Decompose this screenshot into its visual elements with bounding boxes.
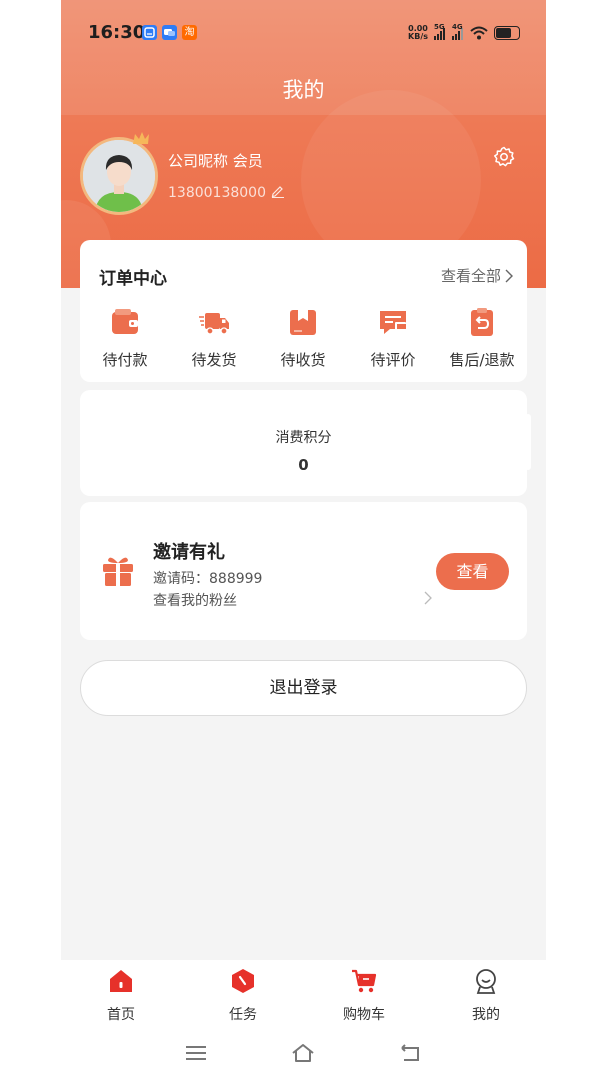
avatar[interactable]	[80, 137, 158, 215]
order-pending-shipment[interactable]: 待发货	[169, 306, 259, 370]
settings-gear-icon[interactable]	[492, 145, 516, 169]
invite-title: 邀请有礼	[153, 542, 225, 563]
invite-code: 邀请码：888999	[153, 571, 263, 587]
points-card[interactable]: 消费积分 0	[80, 390, 531, 496]
order-center-card: 订单中心 查看全部 待付款 待发货 待收货 待评价 售后/退款	[80, 240, 527, 382]
tab-mine[interactable]: 我的	[441, 968, 531, 1024]
mail-app-icon	[142, 25, 157, 40]
task-icon	[232, 969, 254, 993]
wifi-icon	[470, 26, 488, 40]
taobao-app-icon: 淘	[182, 25, 197, 40]
crown-icon	[133, 132, 149, 144]
user-nickname: 公司昵称 会员	[168, 152, 263, 170]
app-screen: 16:30 淘 0.00 KB/s 5G 4G 我的 公司昵称 会员 13800…	[61, 0, 546, 1080]
wallet-icon	[112, 309, 138, 334]
gift-icon	[103, 557, 133, 586]
signal-5g-icon: 5G	[434, 23, 446, 40]
status-time: 16:30	[88, 22, 146, 43]
tab-home[interactable]: 首页	[76, 968, 166, 1024]
order-pending-payment[interactable]: 待付款	[80, 306, 170, 370]
order-after-sales[interactable]: 售后/退款	[437, 306, 527, 370]
order-pending-receipt[interactable]: 待收货	[258, 306, 348, 370]
invite-view-button[interactable]: 查看	[436, 553, 509, 590]
status-bar: 16:30 淘 0.00 KB/s 5G 4G	[61, 0, 546, 64]
points-label: 消费积分	[275, 430, 332, 446]
tab-task[interactable]: 任务	[198, 968, 288, 1024]
signal-4g-icon: 4G	[452, 23, 464, 40]
logout-button[interactable]: 退出登录	[80, 660, 527, 716]
edit-pencil-icon[interactable]	[271, 184, 285, 198]
cart-icon	[352, 969, 377, 993]
tab-cart[interactable]: 购物车	[319, 968, 409, 1024]
system-nav-bar	[61, 1030, 546, 1080]
chevron-right-icon[interactable]	[423, 590, 433, 606]
order-center-title: 订单中心	[99, 269, 167, 289]
delivery-truck-icon	[199, 313, 229, 335]
invite-card: 邀请有礼 邀请码：888999 查看我的粉丝 查看	[80, 502, 527, 640]
refund-clipboard-icon	[471, 308, 493, 336]
chevron-right-icon	[505, 269, 513, 282]
review-message-icon	[380, 311, 406, 334]
battery-icon	[494, 26, 520, 40]
points-value: 0	[298, 456, 309, 474]
user-avatar-icon	[83, 140, 155, 212]
user-phone: 13800138000	[168, 185, 266, 201]
view-fans-link[interactable]: 查看我的粉丝	[153, 590, 237, 610]
page-title: 我的	[282, 78, 325, 102]
order-pending-review[interactable]: 待评价	[348, 306, 438, 370]
package-box-icon	[290, 310, 316, 335]
home-icon	[110, 970, 132, 992]
profile-icon	[476, 969, 496, 994]
view-all-orders-link[interactable]: 查看全部	[441, 265, 513, 286]
network-speed: 0.00 KB/s	[408, 24, 428, 41]
chat-app-icon	[162, 25, 177, 40]
home-nav-icon[interactable]	[291, 1042, 315, 1064]
menu-icon[interactable]	[184, 1042, 208, 1064]
back-icon[interactable]	[398, 1042, 422, 1064]
